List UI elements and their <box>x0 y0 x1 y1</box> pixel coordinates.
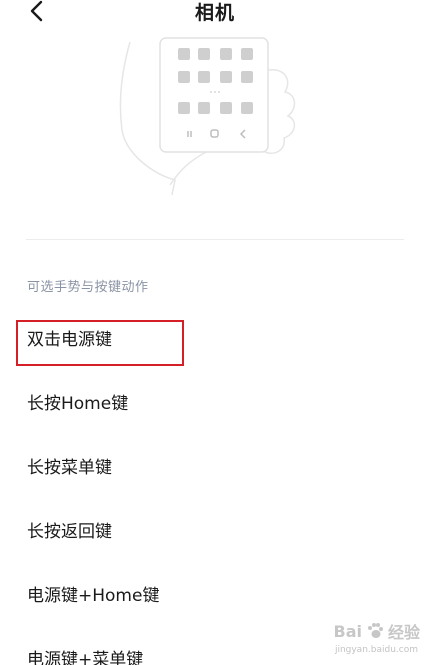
option-long-press-home[interactable]: 长按Home键 <box>27 373 407 429</box>
divider <box>26 239 404 240</box>
paw-icon <box>367 623 383 638</box>
option-power-plus-home[interactable]: 电源键+Home键 <box>27 565 407 621</box>
watermark-text-2: 经验 <box>387 623 420 642</box>
section-label: 可选手势与按键动作 <box>27 280 149 295</box>
option-long-press-back[interactable]: 长按返回键 <box>27 501 407 557</box>
watermark-sub: jingyan.baidu.com <box>334 645 418 655</box>
hand-phone-illustration <box>100 30 330 196</box>
header: 相机 <box>0 0 430 30</box>
page-title: 相机 <box>194 2 235 24</box>
option-long-press-menu[interactable]: 长按菜单键 <box>27 437 407 493</box>
watermark-text: Bai <box>333 621 362 641</box>
highlight-box <box>16 320 184 366</box>
baidu-watermark: Bai 经验 jingyan.baidu.com <box>333 619 421 656</box>
